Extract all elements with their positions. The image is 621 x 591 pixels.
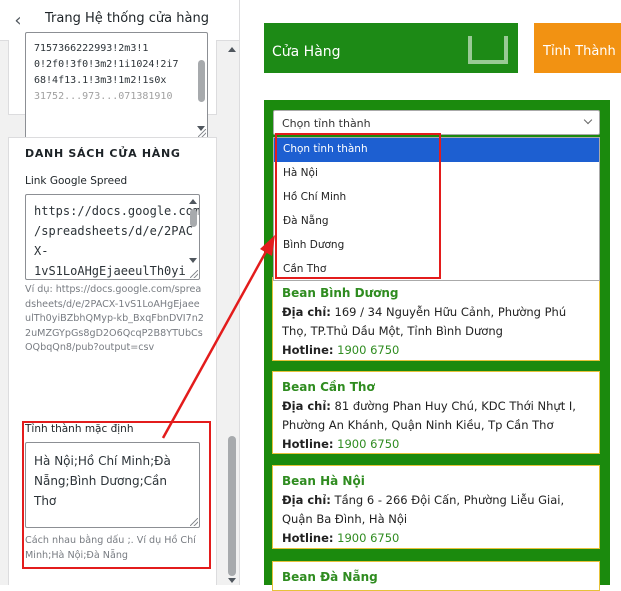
province-textarea[interactable]: Hà Nội;Hồ Chí Minh;Đà Nẵng;Bình Dương;Cầ… (25, 442, 200, 528)
dropdown-option[interactable]: Hà Nội (274, 162, 599, 186)
store-card: Bean Đà Nẵng (272, 561, 600, 591)
textarea-scrollbar[interactable] (188, 196, 198, 269)
dropdown-option[interactable]: Chọn tỉnh thành (274, 138, 599, 162)
address-label: Địa chỉ: (282, 493, 331, 507)
scroll-up-icon[interactable] (228, 47, 236, 52)
link-example: Ví dụ: https://docs.google.com/spreadshe… (25, 284, 204, 353)
select-value: Chọn tỉnh thành (282, 117, 371, 130)
province-select[interactable]: Chọn tỉnh thành (273, 110, 600, 135)
scrollbar-thumb[interactable] (228, 436, 236, 576)
province-value: Hà Nội;Hồ Chí Minh;Đà Nẵng;Bình Dương;Cầ… (34, 454, 171, 508)
panel-title: Trang Hệ thống cửa hàng (45, 11, 209, 26)
province-button-label: Tỉnh Thành (543, 44, 616, 59)
textarea-line: 68!4f13.1!3m3!1m2!1s0x (34, 75, 167, 86)
customizer-panel: ‹ Trang Hệ thống cửa hàng 7157366222993!… (0, 0, 240, 585)
province-label: Tỉnh thành mặc định (25, 423, 134, 435)
store-name[interactable]: Bean Hà Nội (282, 473, 591, 490)
store-hotline[interactable]: 1900 6750 (337, 531, 399, 545)
textarea-line: 0!2f0!3f0!3m2!1i1024!2i7 (34, 59, 179, 70)
textarea-line: 31752...973...071381910 (34, 91, 173, 102)
panel-scrollbar[interactable] (226, 41, 238, 585)
address-label: Địa chỉ: (282, 305, 331, 319)
link-textarea[interactable]: https://docs.google.com /spreadsheets/d/… (25, 194, 200, 280)
chevron-left-icon: ‹ (14, 9, 22, 31)
hotline-label: Hotline: (282, 437, 334, 451)
textarea-line: X- (34, 244, 49, 258)
store-hotline[interactable]: 1900 6750 (337, 437, 399, 451)
store-name[interactable]: Bean Bình Dương (282, 285, 591, 302)
store-card: Bean Hà Nội Địa chỉ: Tầng 6 - 266 Đội Cấ… (272, 465, 600, 549)
store-list-section: DANH SÁCH CỬA HÀNG Link Google Spreed ht… (8, 137, 217, 585)
textarea-scrollbar[interactable] (196, 42, 206, 131)
resize-grip-icon[interactable] (190, 518, 198, 526)
hotline-label: Hotline: (282, 343, 334, 357)
textarea-line: https://docs.google.com (34, 204, 200, 218)
scroll-down-icon[interactable] (189, 258, 197, 263)
store-hotline[interactable]: 1900 6750 (337, 343, 399, 357)
store-button-label: Cửa Hàng (272, 44, 341, 60)
scroll-down-icon[interactable] (228, 578, 236, 583)
dropdown-option[interactable]: Hồ Chí Minh (274, 186, 599, 210)
store-name[interactable]: Bean Cần Thơ (282, 379, 591, 396)
map-embed-section: 7157366222993!2m3!1 0!2f0!3f0!3m2!1i1024… (8, 32, 217, 139)
scroll-up-icon[interactable] (189, 199, 197, 204)
textarea-line: /spreadsheets/d/e/2PAC (34, 224, 193, 238)
resize-grip-icon[interactable] (190, 270, 198, 278)
hotline-label: Hotline: (282, 531, 334, 545)
chevron-down-icon (583, 115, 593, 125)
scrollbar-thumb[interactable] (190, 209, 197, 227)
map-embed-textarea[interactable]: 7157366222993!2m3!1 0!2f0!3f0!3m2!1i1024… (25, 32, 208, 139)
store-card: Bean Cần Thơ Địa chỉ: 81 đường Phan Huy … (272, 371, 600, 454)
dropdown-option[interactable]: Bình Dương (274, 234, 599, 258)
province-button[interactable]: Tỉnh Thành (534, 23, 621, 73)
province-hint: Cách nhau bằng dấu ;. Ví dụ Hồ Chí Minh;… (25, 535, 196, 561)
site-preview: Cửa Hàng Tỉnh Thành Chọn tỉnh thành Chọn… (241, 0, 621, 591)
dropdown-option[interactable]: Cần Thơ (274, 258, 599, 282)
store-icon (468, 36, 508, 64)
textarea-line: 7157366222993!2m3!1 (34, 43, 149, 54)
resize-grip-icon[interactable] (198, 129, 206, 137)
link-label: Link Google Spreed (25, 175, 128, 187)
store-card: Bean Bình Dương Địa chỉ: 169 / 34 Nguyễn… (272, 277, 600, 361)
textarea-line: 1vS1LoAHgEjaeeulTh0yi (34, 264, 186, 278)
address-label: Địa chỉ: (282, 399, 331, 413)
scrollbar-thumb[interactable] (198, 60, 205, 102)
store-button[interactable]: Cửa Hàng (264, 23, 518, 73)
store-name[interactable]: Bean Đà Nẵng (282, 569, 591, 586)
section-title: DANH SÁCH CỬA HÀNG (25, 147, 181, 160)
province-dropdown: Chọn tỉnh thành Hà Nội Hồ Chí Minh Đà Nẵ… (273, 137, 600, 281)
dropdown-option[interactable]: Đà Nẵng (274, 210, 599, 234)
